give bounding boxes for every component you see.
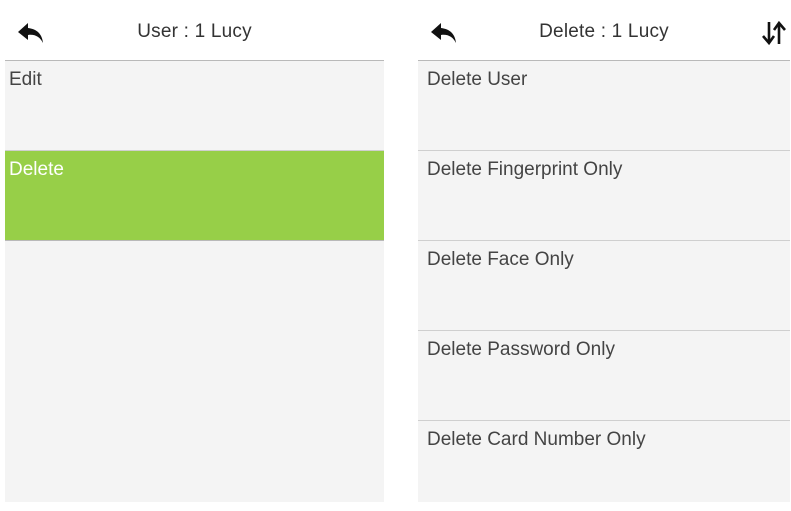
menu-item-delete-user[interactable]: Delete User bbox=[418, 61, 790, 151]
menu-item-label: Delete User bbox=[427, 69, 528, 90]
menu-item-delete-face[interactable]: Delete Face Only bbox=[418, 241, 790, 331]
back-arrow-icon[interactable] bbox=[430, 22, 458, 44]
header-bar: Delete : 1 Lucy bbox=[418, 4, 790, 61]
menu-item-label: Delete Password Only bbox=[427, 339, 615, 360]
menu-item-label: Edit bbox=[9, 69, 42, 90]
page-title: User : 1 Lucy bbox=[137, 21, 252, 42]
sort-arrows-icon[interactable] bbox=[762, 20, 786, 46]
menu-item-delete-fingerprint[interactable]: Delete Fingerprint Only bbox=[418, 151, 790, 241]
menu-item-delete-card-number[interactable]: Delete Card Number Only bbox=[418, 421, 790, 511]
back-arrow-icon[interactable] bbox=[17, 22, 45, 44]
menu-item-delete[interactable]: Delete bbox=[5, 151, 384, 241]
delete-menu-screen: Delete : 1 Lucy Delete User Delete Finge… bbox=[418, 4, 790, 502]
header-bar: User : 1 Lucy bbox=[5, 4, 384, 61]
menu-item-delete-password[interactable]: Delete Password Only bbox=[418, 331, 790, 421]
menu-item-label: Delete Card Number Only bbox=[427, 429, 646, 450]
user-menu-screen: User : 1 Lucy Edit Delete bbox=[5, 4, 384, 502]
menu-item-label: Delete bbox=[9, 159, 64, 180]
menu-item-edit[interactable]: Edit bbox=[5, 61, 384, 151]
menu-item-label: Delete Fingerprint Only bbox=[427, 159, 623, 180]
menu-item-label: Delete Face Only bbox=[427, 249, 574, 270]
page-title: Delete : 1 Lucy bbox=[539, 21, 669, 42]
